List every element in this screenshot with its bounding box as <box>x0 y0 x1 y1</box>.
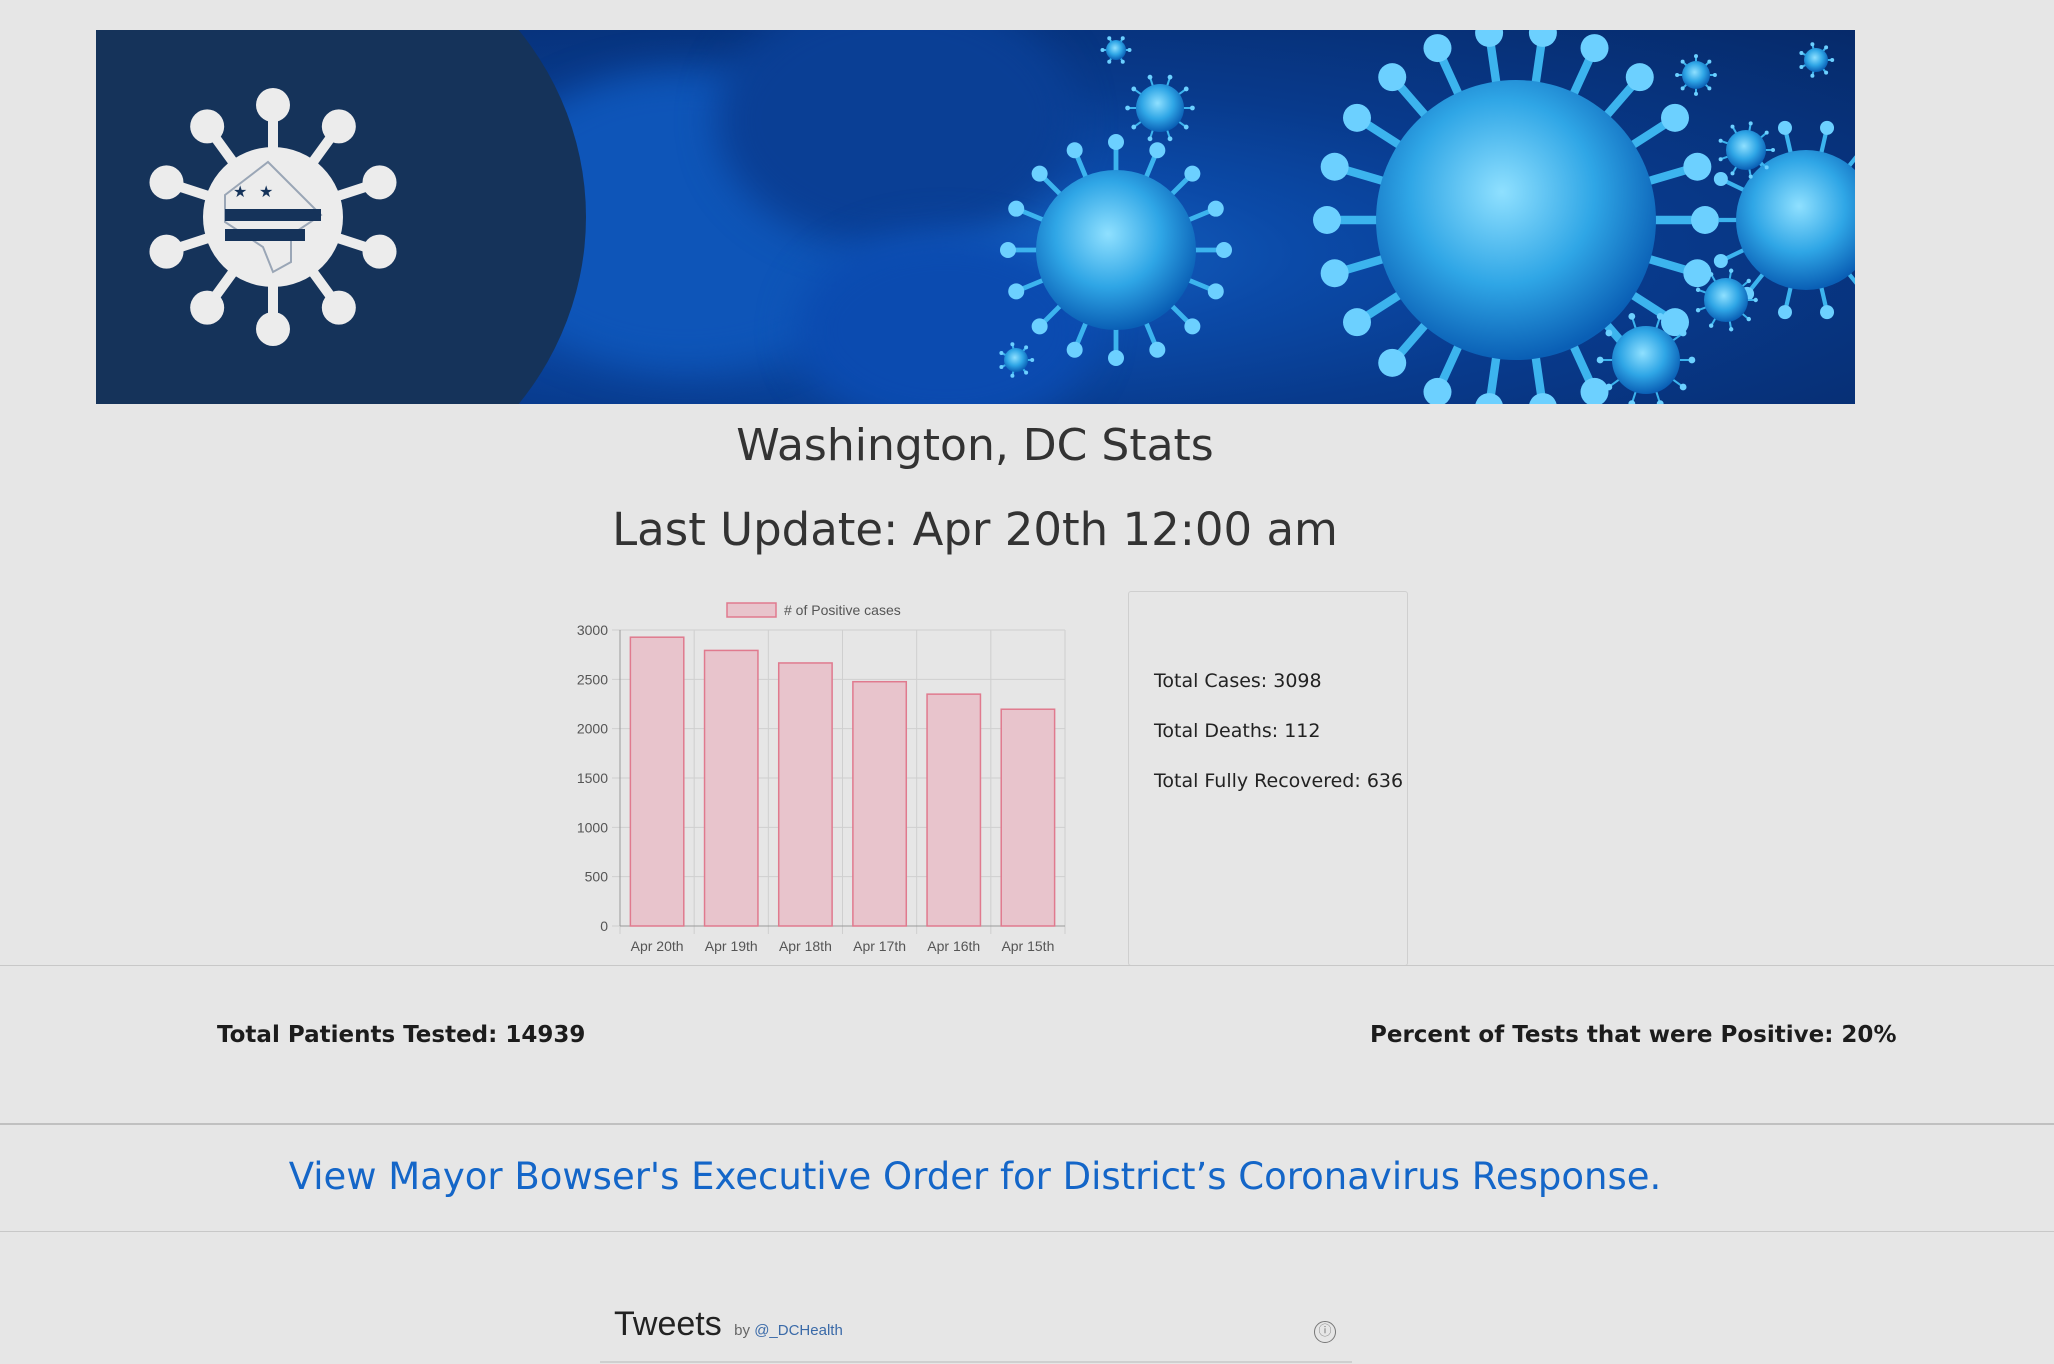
tweets-title: Tweets <box>614 1305 722 1343</box>
tweets-by-label: by <box>734 1322 751 1339</box>
y-tick-label: 3000 <box>577 622 608 638</box>
total-cases: Total Cases: 3098 <box>1154 670 1322 692</box>
bar[interactable] <box>926 693 982 927</box>
x-tick-label: Apr 17th <box>853 938 906 954</box>
page: ★ ★ Washington, DC Stats Last Update: Ap… <box>0 0 2054 1364</box>
executive-order-link[interactable]: View Mayor Bowser's Executive Order for … <box>0 1155 1950 1198</box>
x-tick-label: Apr 19th <box>705 938 758 954</box>
page-title: Washington, DC Stats <box>736 420 1214 471</box>
bar[interactable] <box>703 649 759 927</box>
tweets-header: Tweets by @_DCHealth <box>614 1305 843 1344</box>
last-update: Last Update: Apr 20th 12:00 am <box>612 503 1338 556</box>
svg-text:★: ★ <box>233 182 247 201</box>
bar[interactable] <box>777 662 833 927</box>
y-tick-label: 1500 <box>577 770 608 786</box>
total-recovered: Total Fully Recovered: 636 <box>1154 770 1404 792</box>
y-tick-label: 1000 <box>577 819 608 835</box>
info-icon[interactable]: ⓘ <box>1314 1321 1336 1343</box>
bar[interactable] <box>629 636 685 927</box>
divider <box>0 1231 2054 1232</box>
total-deaths: Total Deaths: 112 <box>1154 720 1321 742</box>
svg-text:★: ★ <box>259 182 273 201</box>
divider <box>0 1123 2054 1125</box>
patients-tested: Total Patients Tested: 14939 <box>217 1022 586 1048</box>
x-tick-label: Apr 18th <box>779 938 832 954</box>
legend-swatch <box>726 602 777 618</box>
y-tick-label: 2000 <box>577 721 608 737</box>
x-tick-label: Apr 20th <box>631 938 684 954</box>
y-tick-label: 0 <box>600 918 608 934</box>
y-tick-label: 2500 <box>577 671 608 687</box>
bar[interactable] <box>852 680 908 927</box>
summary-box: Total Cases: 3098 Total Deaths: 112 Tota… <box>1128 591 1408 966</box>
tweets-divider <box>600 1361 1352 1363</box>
divider <box>0 965 2054 966</box>
y-tick-label: 500 <box>585 869 609 885</box>
percent-positive: Percent of Tests that were Positive: 20% <box>1370 1022 1897 1048</box>
dc-virus-logo-icon: ★ ★ <box>149 88 397 346</box>
x-tick-label: Apr 15th <box>1001 938 1054 954</box>
legend-label: # of Positive cases <box>784 602 901 618</box>
bar[interactable] <box>1000 708 1056 927</box>
tweets-handle-link[interactable]: @_DCHealth <box>754 1322 843 1339</box>
tweets-by: by @_DCHealth <box>734 1322 843 1339</box>
positive-cases-chart: # of Positive cases 0 500 1000 1500 2000 2500 3… <box>577 602 1066 954</box>
x-tick-label: Apr 16th <box>927 938 980 954</box>
banner: ★ ★ <box>96 30 1855 404</box>
chart-legend[interactable]: # of Positive cases <box>726 602 901 618</box>
